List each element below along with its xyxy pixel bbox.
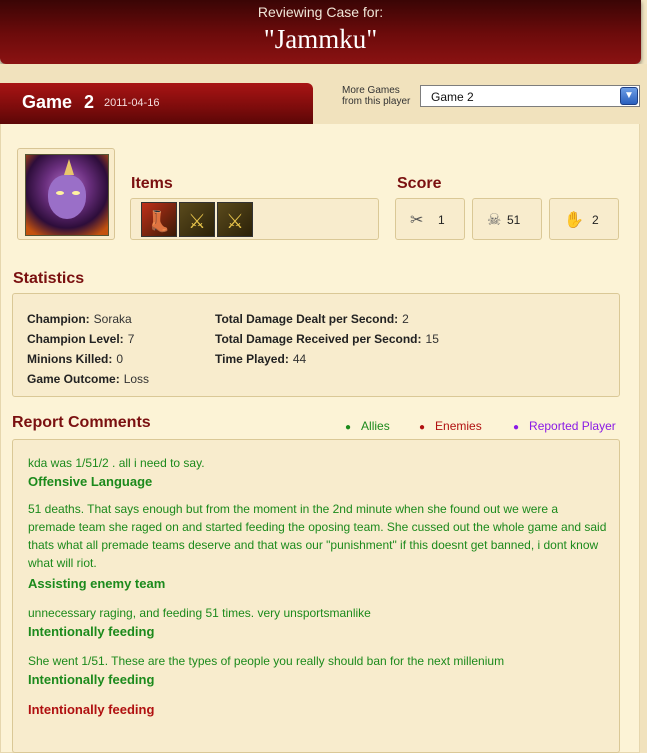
comment-category: Intentionally feeding <box>28 624 155 639</box>
legend-allies: ● Allies <box>345 419 390 433</box>
portrait-horn <box>64 159 74 175</box>
stat-time-played: Time Played: 44 <box>215 352 306 366</box>
case-header: Reviewing Case for: "Jammku" <box>0 0 641 64</box>
stat-value: 7 <box>127 332 135 346</box>
boots-glyph: 👢 <box>146 211 172 233</box>
stat-minions: Minions Killed: 0 <box>27 352 123 366</box>
sword-item-icon[interactable]: ⚔ <box>179 202 215 237</box>
comment-category: Intentionally feeding <box>28 672 155 687</box>
stat-label: Total Damage Dealt per Second: <box>215 312 399 326</box>
score-title: Score <box>397 175 442 192</box>
assists-value: 2 <box>592 213 599 227</box>
stat-label: Time Played: <box>215 352 289 366</box>
hand-icon: ✋ <box>564 212 584 229</box>
allies-dot-icon: ● <box>345 422 352 433</box>
chevron-down-icon[interactable]: ▼ <box>620 87 638 105</box>
boots-item-icon[interactable]: 👢 <box>141 202 177 237</box>
assists-score: ✋ 2 <box>549 198 619 240</box>
comment-category: Assisting enemy team <box>28 576 166 591</box>
deaths-value: 51 <box>507 213 521 227</box>
stat-value: 0 <box>116 352 124 366</box>
reported-dot-icon: ● <box>513 422 520 433</box>
legend-label: Reported Player <box>529 419 616 433</box>
stat-damage-dealt: Total Damage Dealt per Second: 2 <box>215 312 409 326</box>
stat-champion: Champion: Soraka <box>27 312 132 326</box>
portrait-eye <box>56 191 64 195</box>
portrait-eye <box>72 191 80 195</box>
stat-value: 15 <box>425 332 439 346</box>
kills-value: 1 <box>438 213 445 227</box>
kills-icon: ✂ <box>410 212 424 229</box>
game-date: 2011-04-16 <box>104 97 160 109</box>
stat-value: 2 <box>402 312 409 326</box>
player-name: "Jammku" <box>263 24 378 54</box>
stat-label: Game Outcome: <box>27 372 120 386</box>
legend-label: Allies <box>361 419 390 433</box>
comment-category: Offensive Language <box>28 474 153 489</box>
game-label: Game <box>22 92 73 112</box>
comment-category: Intentionally feeding <box>28 702 155 717</box>
stat-value: Loss <box>123 372 150 386</box>
enemies-dot-icon: ● <box>419 422 426 433</box>
skull-icon: ☠ <box>487 212 502 229</box>
case-subtitle: Reviewing Case for: <box>257 4 384 20</box>
more-games-label: More Games from this player <box>342 85 411 107</box>
stat-level: Champion Level: 7 <box>27 332 134 346</box>
statistics-box: Champion: Soraka Champion Level: 7 Minions… <box>12 293 620 397</box>
stat-label: Champion: <box>27 312 90 326</box>
legend-enemies: ● Enemies <box>419 419 482 433</box>
report-comments-title: Report Comments <box>12 414 151 431</box>
kills-score: ✂ 1 <box>395 198 465 240</box>
sword-glyph: ⚔ <box>226 211 244 233</box>
champion-portrait-icon <box>25 154 109 236</box>
champion-portrait-frame <box>17 148 115 240</box>
comment-text: kda was 1/51/2 . all i need to say. <box>28 456 205 470</box>
stat-value: Soraka <box>93 312 132 326</box>
sword-glyph: ⚔ <box>188 211 206 233</box>
comment-text: unnecessary raging, and feeding 51 times… <box>28 606 371 620</box>
stat-label: Minions Killed: <box>27 352 113 366</box>
sword-item-icon[interactable]: ⚔ <box>217 202 253 237</box>
deaths-score: ☠ 51 <box>472 198 542 240</box>
stat-value: 44 <box>292 352 307 366</box>
legend-reported-player: ● Reported Player <box>513 419 616 433</box>
game-header-tab: Game 2 2011-04-16 <box>0 83 313 124</box>
comments-box: kda was 1/51/2 . all i need to say. Offe… <box>12 439 620 753</box>
selected-game: Game 2 <box>431 90 474 104</box>
comment-text: She went 1/51. These are the types of pe… <box>28 654 505 668</box>
legend-label: Enemies <box>435 419 482 433</box>
comment-text: 51 deaths. That says enough but from the… <box>28 502 607 570</box>
items-box: 👢 ⚔ ⚔ <box>130 198 379 240</box>
stat-label: Champion Level: <box>27 332 124 346</box>
statistics-title: Statistics <box>13 270 85 287</box>
stat-outcome: Game Outcome: Loss <box>27 372 149 386</box>
game-select-dropdown[interactable]: Game 2 ▼ <box>420 85 640 107</box>
stat-label: Total Damage Received per Second: <box>215 332 422 346</box>
items-title: Items <box>131 175 173 192</box>
portrait-face <box>48 175 86 219</box>
game-number: 2 <box>84 92 95 112</box>
stat-damage-received: Total Damage Received per Second: 15 <box>215 332 439 346</box>
